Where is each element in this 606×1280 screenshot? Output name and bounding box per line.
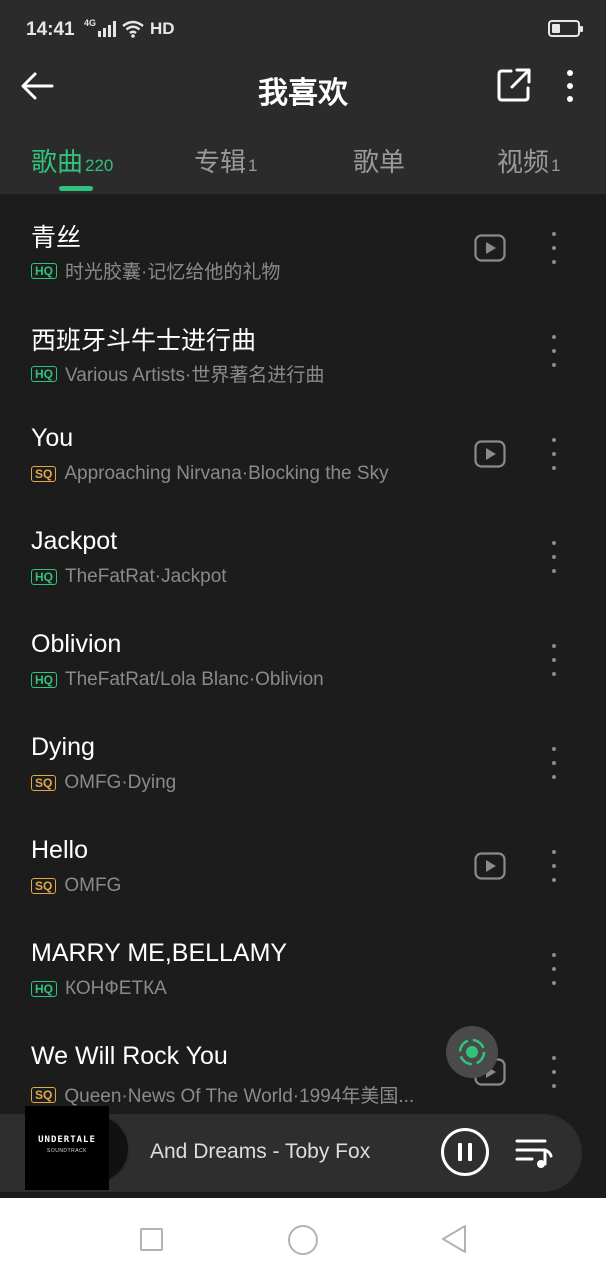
song-more-button[interactable] — [544, 953, 564, 985]
status-icons: 4G HD — [84, 18, 175, 39]
song-more-button[interactable] — [544, 232, 564, 264]
music-recognize-icon — [458, 1038, 486, 1066]
song-artist: Various Artists·世界著名进行曲 — [65, 365, 325, 386]
song-row[interactable]: Oblivion HQ TheFatRat/Lola Blanc·Oblivio… — [0, 606, 606, 709]
song-subtitle: HQ Various Artists·世界著名进行曲 — [31, 360, 324, 387]
tab-videos[interactable]: 视频 1 — [497, 142, 560, 179]
song-row[interactable]: Hello SQ OMFG — [0, 812, 606, 915]
system-nav-bar — [0, 1198, 606, 1280]
hd-label: HD — [150, 19, 175, 38]
song-row[interactable]: MARRY ME,BELLAMY HQ КОНФЕТКА — [0, 915, 606, 1018]
song-list: 青丝 HQ 时光胶囊·记忆给他的礼物 西班牙斗牛士进行曲 HQ Various … — [0, 194, 606, 1121]
song-row[interactable]: 青丝 HQ 时光胶囊·记忆给他的礼物 — [0, 194, 606, 297]
song-artist: TheFatRat·Jackpot — [65, 566, 227, 587]
quality-badge: HQ — [31, 672, 57, 688]
wifi-icon — [122, 20, 144, 38]
album-cover[interactable]: UNDERTALE SOUNDTRACK — [25, 1106, 109, 1190]
song-row[interactable]: Dying SQ OMFG·Dying — [0, 709, 606, 812]
song-subtitle: HQ КОНФЕТКА — [31, 978, 167, 1000]
mv-play-icon[interactable] — [474, 234, 506, 262]
song-more-button[interactable] — [544, 1056, 564, 1088]
tab-songs[interactable]: 歌曲 220 — [31, 142, 113, 179]
song-more-button[interactable] — [544, 541, 564, 573]
song-title: Dying — [31, 733, 95, 761]
song-title: Oblivion — [31, 630, 122, 658]
song-subtitle: SQ OMFG·Dying — [31, 772, 176, 794]
song-subtitle: HQ TheFatRat·Jackpot — [31, 566, 227, 588]
song-title: You — [31, 424, 74, 452]
quality-badge: HQ — [31, 365, 57, 382]
quality-badge: SQ — [31, 878, 57, 894]
tab-albums[interactable]: 专辑 1 — [194, 142, 257, 179]
nav-back-button[interactable] — [440, 1224, 468, 1254]
mv-play-icon[interactable] — [474, 852, 506, 880]
song-subtitle: SQ OMFG — [31, 875, 121, 897]
mini-player[interactable]: UNDERTALE SOUNDTRACK And Dreams - Toby F… — [0, 1106, 582, 1192]
song-artist: Queen·News Of The World·1994年美国... — [64, 1086, 415, 1107]
song-artist: Approaching Nirvana·Blocking the Sky — [64, 463, 389, 484]
song-row[interactable]: Jackpot HQ TheFatRat·Jackpot — [0, 503, 606, 606]
song-more-button[interactable] — [544, 335, 564, 367]
header: 我喜欢 歌曲 220 专辑 1 歌单 视频 1 — [0, 60, 606, 194]
song-title: Hello — [31, 836, 88, 864]
song-artist: OMFG·Dying — [64, 772, 177, 793]
mv-play-icon[interactable] — [474, 440, 506, 468]
song-title: MARRY ME,BELLAMY — [31, 939, 288, 967]
tab-indicator — [59, 186, 93, 191]
tab-playlists[interactable]: 歌单 — [353, 142, 407, 179]
pause-button[interactable] — [441, 1128, 489, 1176]
song-row[interactable]: 西班牙斗牛士进行曲 HQ Various Artists·世界著名进行曲 — [0, 297, 606, 400]
quality-badge: SQ — [31, 466, 57, 482]
quality-badge: HQ — [31, 262, 57, 279]
song-subtitle: SQ Queen·News Of The World·1994年美国... — [31, 1081, 414, 1108]
share-button[interactable] — [495, 66, 533, 104]
floating-recognize-button[interactable] — [446, 1026, 498, 1078]
home-button[interactable] — [288, 1225, 318, 1255]
share-external-icon — [497, 68, 531, 102]
pause-icon — [458, 1143, 462, 1161]
quality-badge: SQ — [31, 1086, 57, 1103]
song-title: We Will Rock You — [31, 1042, 228, 1070]
network-label: 4G — [84, 18, 97, 28]
song-title: Jackpot — [31, 527, 118, 555]
now-playing-title[interactable]: And Dreams - Toby Fox — [150, 1140, 370, 1164]
more-button[interactable] — [556, 66, 584, 106]
song-artist: TheFatRat/Lola Blanc·Oblivion — [65, 669, 324, 690]
playlist-icon — [515, 1139, 553, 1168]
song-more-button[interactable] — [544, 644, 564, 676]
recents-button[interactable] — [140, 1228, 163, 1251]
song-row[interactable]: You SQ Approaching Nirvana·Blocking the … — [0, 400, 606, 503]
tab-bar: 歌曲 220 专辑 1 歌单 视频 1 — [0, 138, 606, 194]
status-bar: 14:41 4G HD — [0, 0, 606, 60]
quality-badge: HQ — [31, 981, 57, 997]
song-title: 西班牙斗牛士进行曲 — [31, 327, 257, 355]
signal-icon — [98, 21, 117, 37]
song-artist: КОНФЕТКА — [65, 978, 167, 999]
status-time: 14:41 — [26, 19, 75, 40]
quality-badge: HQ — [31, 569, 57, 585]
song-title: 青丝 — [31, 224, 82, 252]
song-subtitle: HQ 时光胶囊·记忆给他的礼物 — [31, 257, 280, 284]
playlist-button[interactable] — [515, 1136, 553, 1170]
song-artist: 时光胶囊·记忆给他的礼物 — [65, 262, 281, 283]
song-artist: OMFG — [64, 875, 122, 896]
song-more-button[interactable] — [544, 438, 564, 470]
song-more-button[interactable] — [544, 747, 564, 779]
song-subtitle: HQ TheFatRat/Lola Blanc·Oblivion — [31, 669, 324, 691]
song-subtitle: SQ Approaching Nirvana·Blocking the Sky — [31, 463, 389, 485]
battery-icon — [548, 20, 583, 37]
song-more-button[interactable] — [544, 850, 564, 882]
quality-badge: SQ — [31, 775, 57, 791]
